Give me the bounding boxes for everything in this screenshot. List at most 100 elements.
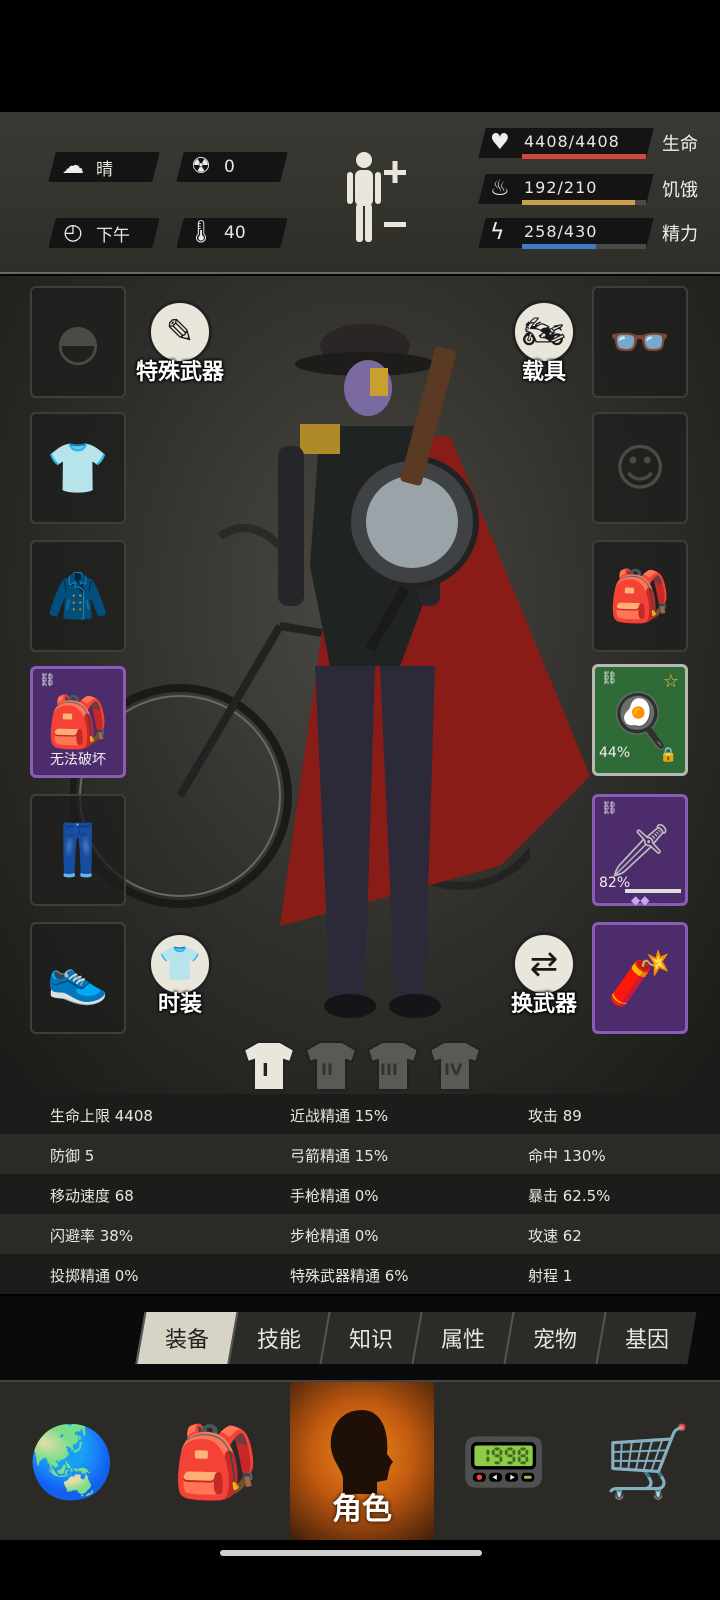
tab-label: 知识 xyxy=(348,1328,393,1353)
home-indicator[interactable] xyxy=(220,1550,482,1556)
tab-knowledge[interactable]: 知识 xyxy=(319,1312,421,1364)
machete-icon: 🗡 xyxy=(606,820,673,881)
time-of-day-text: 下午 xyxy=(96,225,130,246)
tab-label: 技能 xyxy=(256,1328,301,1353)
outfit-tab-4-label: IV xyxy=(444,1060,463,1079)
energy-bar-fill xyxy=(522,244,597,249)
outfit-tab-4[interactable]: IV xyxy=(426,1040,484,1092)
shoes-icon: 👟 xyxy=(46,948,110,1007)
stat-cell: 投掷精通 0% xyxy=(50,1267,139,1285)
lock-icon: 🔒 xyxy=(659,747,677,763)
body-condition-button[interactable] xyxy=(340,148,420,248)
nav-shop[interactable]: 🛒 xyxy=(576,1382,720,1542)
swap-weapon-button[interactable]: ⇄ 换武器 xyxy=(484,932,604,1018)
stat-cell: 生命上限 4408 xyxy=(50,1107,153,1125)
stats-row: 闪避率 38% 步枪精通 0% 攻速 62 xyxy=(0,1214,720,1254)
category-tabs: 装备 技能 知识 属性 宠物 基因 xyxy=(0,1296,720,1380)
bottom-black-bar xyxy=(0,1540,720,1600)
vital-row-health: ♥ 4408/4408 生命 xyxy=(478,126,708,162)
hunger-label: 饥饿 xyxy=(662,180,698,201)
tab-skills[interactable]: 技能 xyxy=(227,1312,329,1364)
tab-label: 装备 xyxy=(164,1328,209,1353)
pants-icon: 👖 xyxy=(46,820,110,879)
outfit-tab-2-label: II xyxy=(321,1060,333,1079)
tab-label: 基因 xyxy=(624,1328,669,1353)
status-panel: ☁ 晴 ☢ 0 ◴ 下午 🌡 40 ♥ 4408/4408 生命 ♨ 192/2… xyxy=(0,112,720,274)
tab-label: 宠物 xyxy=(532,1328,577,1353)
health-value: 4408/4408 xyxy=(524,132,620,151)
nav-inventory[interactable]: 🎒 xyxy=(144,1382,288,1542)
radiation-icon: ☢ xyxy=(191,154,211,179)
energy-value: 258/430 xyxy=(524,222,598,241)
slot-shoes[interactable]: 👟 xyxy=(30,922,126,1034)
slot-bag[interactable]: 🎒 xyxy=(592,540,688,652)
stat-cell: 特殊武器精通 6% xyxy=(290,1267,409,1285)
special-weapon-label: 特殊武器 xyxy=(135,360,224,385)
bottom-nav: 🌏 🎒 角色 📟 🛒 xyxy=(0,1380,720,1542)
stat-cell: 攻速 62 xyxy=(528,1227,582,1245)
stomach-icon: ♨ xyxy=(490,176,510,201)
slot-mask[interactable]: ☺ xyxy=(592,412,688,524)
slot-shirt[interactable]: 👕 xyxy=(30,412,126,524)
nav-character[interactable]: 角色 xyxy=(290,1382,434,1542)
outfit-tab-3[interactable]: III xyxy=(364,1040,422,1092)
character-scene: ◓ 👕 🧥 ⛓ 🎒 无法破坏 👖 👟 👓 ☺ 🎒 ⛓ ☆ 🍳 44% 🔒 ⛓ 🗡… xyxy=(0,276,720,1094)
nav-radio[interactable]: 📟 xyxy=(432,1382,576,1542)
weapon1-durability: 44% xyxy=(599,745,631,761)
helmet-icon: ◓ xyxy=(56,313,100,371)
tab-genes[interactable]: 基因 xyxy=(595,1312,697,1364)
coat-icon: 🧥 xyxy=(46,566,110,625)
shopping-cart-icon: 🛒 xyxy=(604,1420,692,1503)
weather-cloud-icon: ☁ xyxy=(62,154,84,179)
link-icon: ⛓ xyxy=(601,671,618,686)
tab-pets[interactable]: 宠物 xyxy=(503,1312,605,1364)
gem-icon: ◆◆ xyxy=(631,893,650,907)
nav-character-label: 角色 xyxy=(332,1492,392,1527)
backpack-icon: 🎒 xyxy=(46,692,110,751)
outfit-tab-1[interactable]: I xyxy=(240,1040,298,1092)
slot-weapon-primary[interactable]: ⛓ ☆ 🍳 44% 🔒 xyxy=(592,664,688,776)
fashion-button[interactable]: 👕 时装 xyxy=(120,932,240,1018)
slot-helmet[interactable]: ◓ xyxy=(30,286,126,398)
character-figure xyxy=(278,324,590,1018)
globe-icon: 🌏 xyxy=(28,1420,116,1503)
fashion-label: 时装 xyxy=(157,992,202,1017)
stat-cell: 攻击 89 xyxy=(528,1107,582,1125)
stat-cell: 弓箭精通 15% xyxy=(290,1147,389,1165)
slot-coat[interactable]: 🧥 xyxy=(30,540,126,652)
outfit-tab-1-label: I xyxy=(262,1060,269,1081)
tab-label: 属性 xyxy=(440,1328,485,1353)
link-icon: ⛓ xyxy=(39,673,56,688)
slot-throwable[interactable]: 🧨 xyxy=(592,922,688,1034)
tab-equipment[interactable]: 装备 xyxy=(135,1312,237,1364)
stat-cell: 防御 5 xyxy=(50,1147,95,1165)
vehicle-label: 载具 xyxy=(521,360,566,385)
top-black-bar xyxy=(0,0,720,112)
slot-backpack[interactable]: ⛓ 🎒 无法破坏 xyxy=(30,666,126,778)
outfit-tab-2[interactable]: II xyxy=(302,1040,360,1092)
dynamite-icon: 🧨 xyxy=(607,948,673,1009)
slot-glasses[interactable]: 👓 xyxy=(592,286,688,398)
stats-row: 生命上限 4408 近战精通 15% 攻击 89 xyxy=(0,1094,720,1134)
stats-row: 防御 5 弓箭精通 15% 命中 130% xyxy=(0,1134,720,1174)
vital-row-energy: ϟ 258/430 精力 xyxy=(478,216,708,252)
health-bar-fill xyxy=(522,154,646,159)
radiation-value: 0 xyxy=(224,157,235,177)
stat-cell: 近战精通 15% xyxy=(290,1107,389,1125)
stats-row: 投掷精通 0% 特殊武器精通 6% 射程 1 xyxy=(0,1254,720,1294)
stat-cell: 闪避率 38% xyxy=(50,1227,134,1245)
bag-icon: 🎒 xyxy=(608,566,672,625)
special-weapon-button[interactable]: ✎ 特殊武器 xyxy=(120,300,240,386)
stat-cell: 移动速度 68 xyxy=(50,1187,134,1205)
health-label: 生命 xyxy=(662,134,698,155)
clock-icon: ◴ xyxy=(63,220,83,245)
slot-pants[interactable]: 👖 xyxy=(30,794,126,906)
stats-row: 移动速度 68 手枪精通 0% 暴击 62.5% xyxy=(0,1174,720,1214)
nav-world-map[interactable]: 🌏 xyxy=(0,1382,144,1542)
vehicle-button[interactable]: 🏍 载具 xyxy=(484,300,604,386)
tab-attributes[interactable]: 属性 xyxy=(411,1312,513,1364)
slot-weapon-secondary[interactable]: ⛓ 🗡 82% ◆◆ xyxy=(592,794,688,907)
weather-text: 晴 xyxy=(96,159,113,180)
temperature-value: 40 xyxy=(224,223,246,243)
hunger-bar-fill xyxy=(522,200,636,205)
